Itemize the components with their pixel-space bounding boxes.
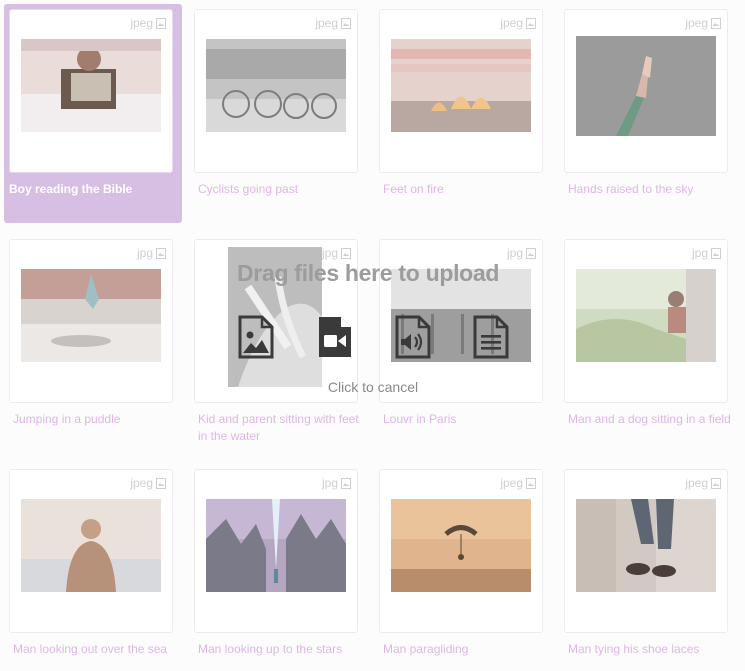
drop-zone-title: Drag files here to upload xyxy=(237,260,500,286)
video-file-icon xyxy=(319,317,351,357)
text-file-icon xyxy=(473,315,509,359)
image-file-icon xyxy=(238,315,274,359)
audio-file-icon xyxy=(395,315,431,359)
drop-zone-overlay[interactable]: Drag files here to upload Click to cance… xyxy=(0,0,745,671)
cancel-upload-link[interactable]: Click to cancel xyxy=(300,379,446,395)
